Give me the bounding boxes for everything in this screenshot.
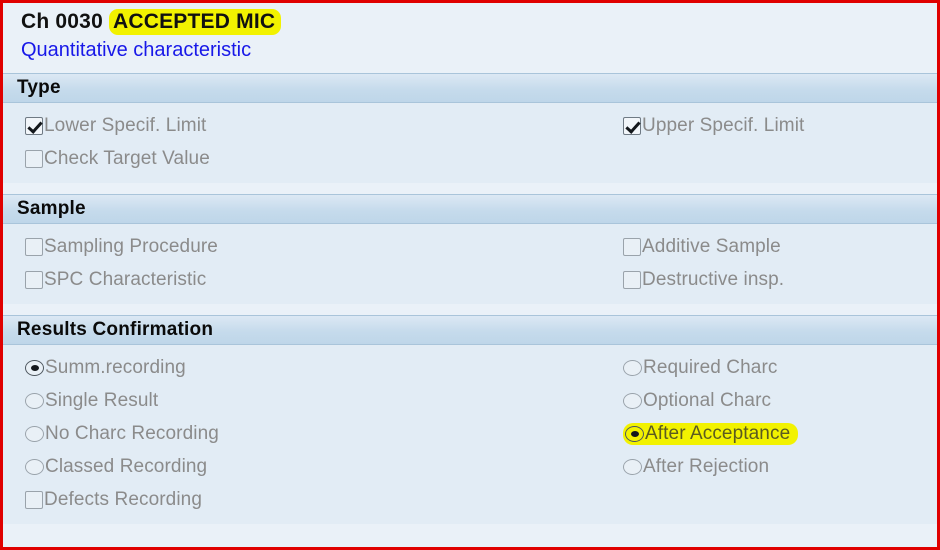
option-wrapper[interactable]: Upper Specif. Limit	[623, 115, 804, 137]
checkbox-check-target-value-unchecked-icon[interactable]	[25, 149, 43, 168]
section-title: Sample	[17, 198, 86, 219]
option-wrapper[interactable]: Destructive insp.	[623, 269, 784, 291]
radio-after-acceptance-checked-icon[interactable]	[625, 425, 644, 442]
characteristic-type-link[interactable]: Quantitative characteristic	[21, 37, 937, 63]
option-wrapper[interactable]: Sampling Procedure	[25, 236, 218, 258]
characteristic-heading: Ch 0030 ACCEPTED MIC	[21, 9, 937, 35]
checkbox-sampling-procedure-unchecked-icon[interactable]	[25, 237, 43, 256]
option-label: Sampling Procedure	[44, 235, 218, 257]
option-row-defects-recording[interactable]: Defects Recording	[25, 483, 623, 516]
radio-summ-recording-checked-icon[interactable]	[25, 359, 44, 376]
option-row-after-acceptance[interactable]: After Acceptance	[623, 417, 937, 450]
option-wrapper[interactable]: Summ.recording	[25, 357, 186, 379]
option-wrapper[interactable]: Additive Sample	[623, 236, 781, 258]
right-column: Upper Specif. Limit	[623, 109, 937, 175]
checkbox-defects-recording-unchecked-icon[interactable]	[25, 490, 43, 509]
section-body: Lower Specif. Limit Check Target Value Upp…	[3, 103, 937, 183]
option-label: No Charc Recording	[45, 422, 219, 444]
option-label: Defects Recording	[44, 488, 202, 510]
option-row-classed-recording[interactable]: Classed Recording	[25, 450, 623, 483]
option-label: Summ.recording	[45, 356, 186, 378]
left-column: Lower Specif. Limit Check Target Value	[3, 109, 623, 175]
section-header-type: Type	[3, 73, 937, 103]
option-label: SPC Characteristic	[44, 268, 207, 290]
option-row-additive-sample[interactable]: Additive Sample	[623, 230, 937, 263]
option-wrapper[interactable]: After Rejection	[623, 456, 769, 478]
section-header-results-confirmation: Results Confirmation	[3, 315, 937, 345]
radio-required-charc-unchecked-icon[interactable]	[623, 359, 642, 376]
checkbox-upper-specif-limit-checked-icon[interactable]	[623, 116, 641, 135]
left-column: Sampling Procedure SPC Characteristic	[3, 230, 623, 296]
section-results-confirmation: Results Confirmation Summ.recording Single…	[3, 315, 937, 524]
section-body: Sampling Procedure SPC Characteristic Addi…	[3, 224, 937, 304]
radio-single-result-unchecked-icon[interactable]	[25, 392, 44, 409]
characteristic-number: Ch 0030	[21, 10, 103, 33]
characteristic-detail-panel: Ch 0030 ACCEPTED MIC Quantitative charac…	[0, 0, 940, 550]
section-sample: Sample Sampling Procedure SPC Characterist…	[3, 194, 937, 304]
option-highlight-wrapper[interactable]: After Acceptance	[623, 422, 799, 445]
option-wrapper[interactable]: Check Target Value	[25, 148, 210, 170]
option-row-summ-recording[interactable]: Summ.recording	[25, 351, 623, 384]
option-label: Destructive insp.	[642, 268, 785, 290]
option-label: Additive Sample	[642, 235, 781, 257]
option-label: Optional Charc	[643, 389, 772, 411]
option-row-no-charc-recording[interactable]: No Charc Recording	[25, 417, 623, 450]
option-row-required-charc[interactable]: Required Charc	[623, 351, 937, 384]
option-row-destructive-insp[interactable]: Destructive insp.	[623, 263, 937, 296]
panel-title-block: Ch 0030 ACCEPTED MIC Quantitative charac…	[3, 3, 937, 73]
section-title: Results Confirmation	[17, 319, 214, 340]
section-divider	[3, 304, 937, 315]
option-label: Required Charc	[643, 356, 778, 378]
radio-after-rejection-unchecked-icon[interactable]	[623, 458, 642, 475]
checkbox-additive-sample-unchecked-icon[interactable]	[623, 237, 641, 256]
checkbox-spc-characteristic-unchecked-icon[interactable]	[25, 270, 43, 289]
option-row-sampling-procedure[interactable]: Sampling Procedure	[25, 230, 623, 263]
right-column: Required Charc Optional Charc After Accept…	[623, 351, 937, 516]
option-wrapper[interactable]: Single Result	[25, 390, 158, 412]
left-column: Summ.recording Single Result No Charc Reco…	[3, 351, 623, 516]
option-wrapper[interactable]: Lower Specif. Limit	[25, 115, 206, 137]
option-wrapper[interactable]: Required Charc	[623, 357, 777, 379]
option-label: Single Result	[45, 389, 159, 411]
characteristic-name-highlight: ACCEPTED MIC	[109, 9, 282, 35]
option-label: After Rejection	[643, 455, 770, 477]
option-label: Check Target Value	[44, 147, 210, 169]
option-row-lower-specif-limit[interactable]: Lower Specif. Limit	[25, 109, 623, 142]
option-label: Upper Specif. Limit	[642, 114, 805, 136]
section-divider	[3, 183, 937, 194]
option-wrapper[interactable]: SPC Characteristic	[25, 269, 206, 291]
radio-optional-charc-unchecked-icon[interactable]	[623, 392, 642, 409]
option-label: Lower Specif. Limit	[44, 114, 207, 136]
section-body: Summ.recording Single Result No Charc Reco…	[3, 345, 937, 524]
section-header-sample: Sample	[3, 194, 937, 224]
option-row-spc-characteristic[interactable]: SPC Characteristic	[25, 263, 623, 296]
section-type: Type Lower Specif. Limit Check Target Valu…	[3, 73, 937, 183]
checkbox-lower-specif-limit-checked-icon[interactable]	[25, 116, 43, 135]
option-label: After Acceptance	[645, 422, 791, 444]
option-row-upper-specif-limit[interactable]: Upper Specif. Limit	[623, 109, 937, 142]
option-wrapper[interactable]: Defects Recording	[25, 489, 202, 511]
right-column: Additive Sample Destructive insp.	[623, 230, 937, 296]
radio-no-charc-recording-unchecked-icon[interactable]	[25, 425, 44, 442]
sections-container: Type Lower Specif. Limit Check Target Valu…	[3, 73, 937, 524]
option-wrapper[interactable]: No Charc Recording	[25, 423, 219, 445]
section-title: Type	[17, 77, 61, 98]
option-row-check-target-value[interactable]: Check Target Value	[25, 142, 623, 175]
option-row-optional-charc[interactable]: Optional Charc	[623, 384, 937, 417]
checkbox-destructive-insp-unchecked-icon[interactable]	[623, 270, 641, 289]
option-wrapper[interactable]: Classed Recording	[25, 456, 207, 478]
radio-classed-recording-unchecked-icon[interactable]	[25, 458, 44, 475]
option-label: Classed Recording	[45, 455, 208, 477]
option-wrapper[interactable]: Optional Charc	[623, 390, 771, 412]
option-row-single-result[interactable]: Single Result	[25, 384, 623, 417]
option-row-after-rejection[interactable]: After Rejection	[623, 450, 937, 483]
